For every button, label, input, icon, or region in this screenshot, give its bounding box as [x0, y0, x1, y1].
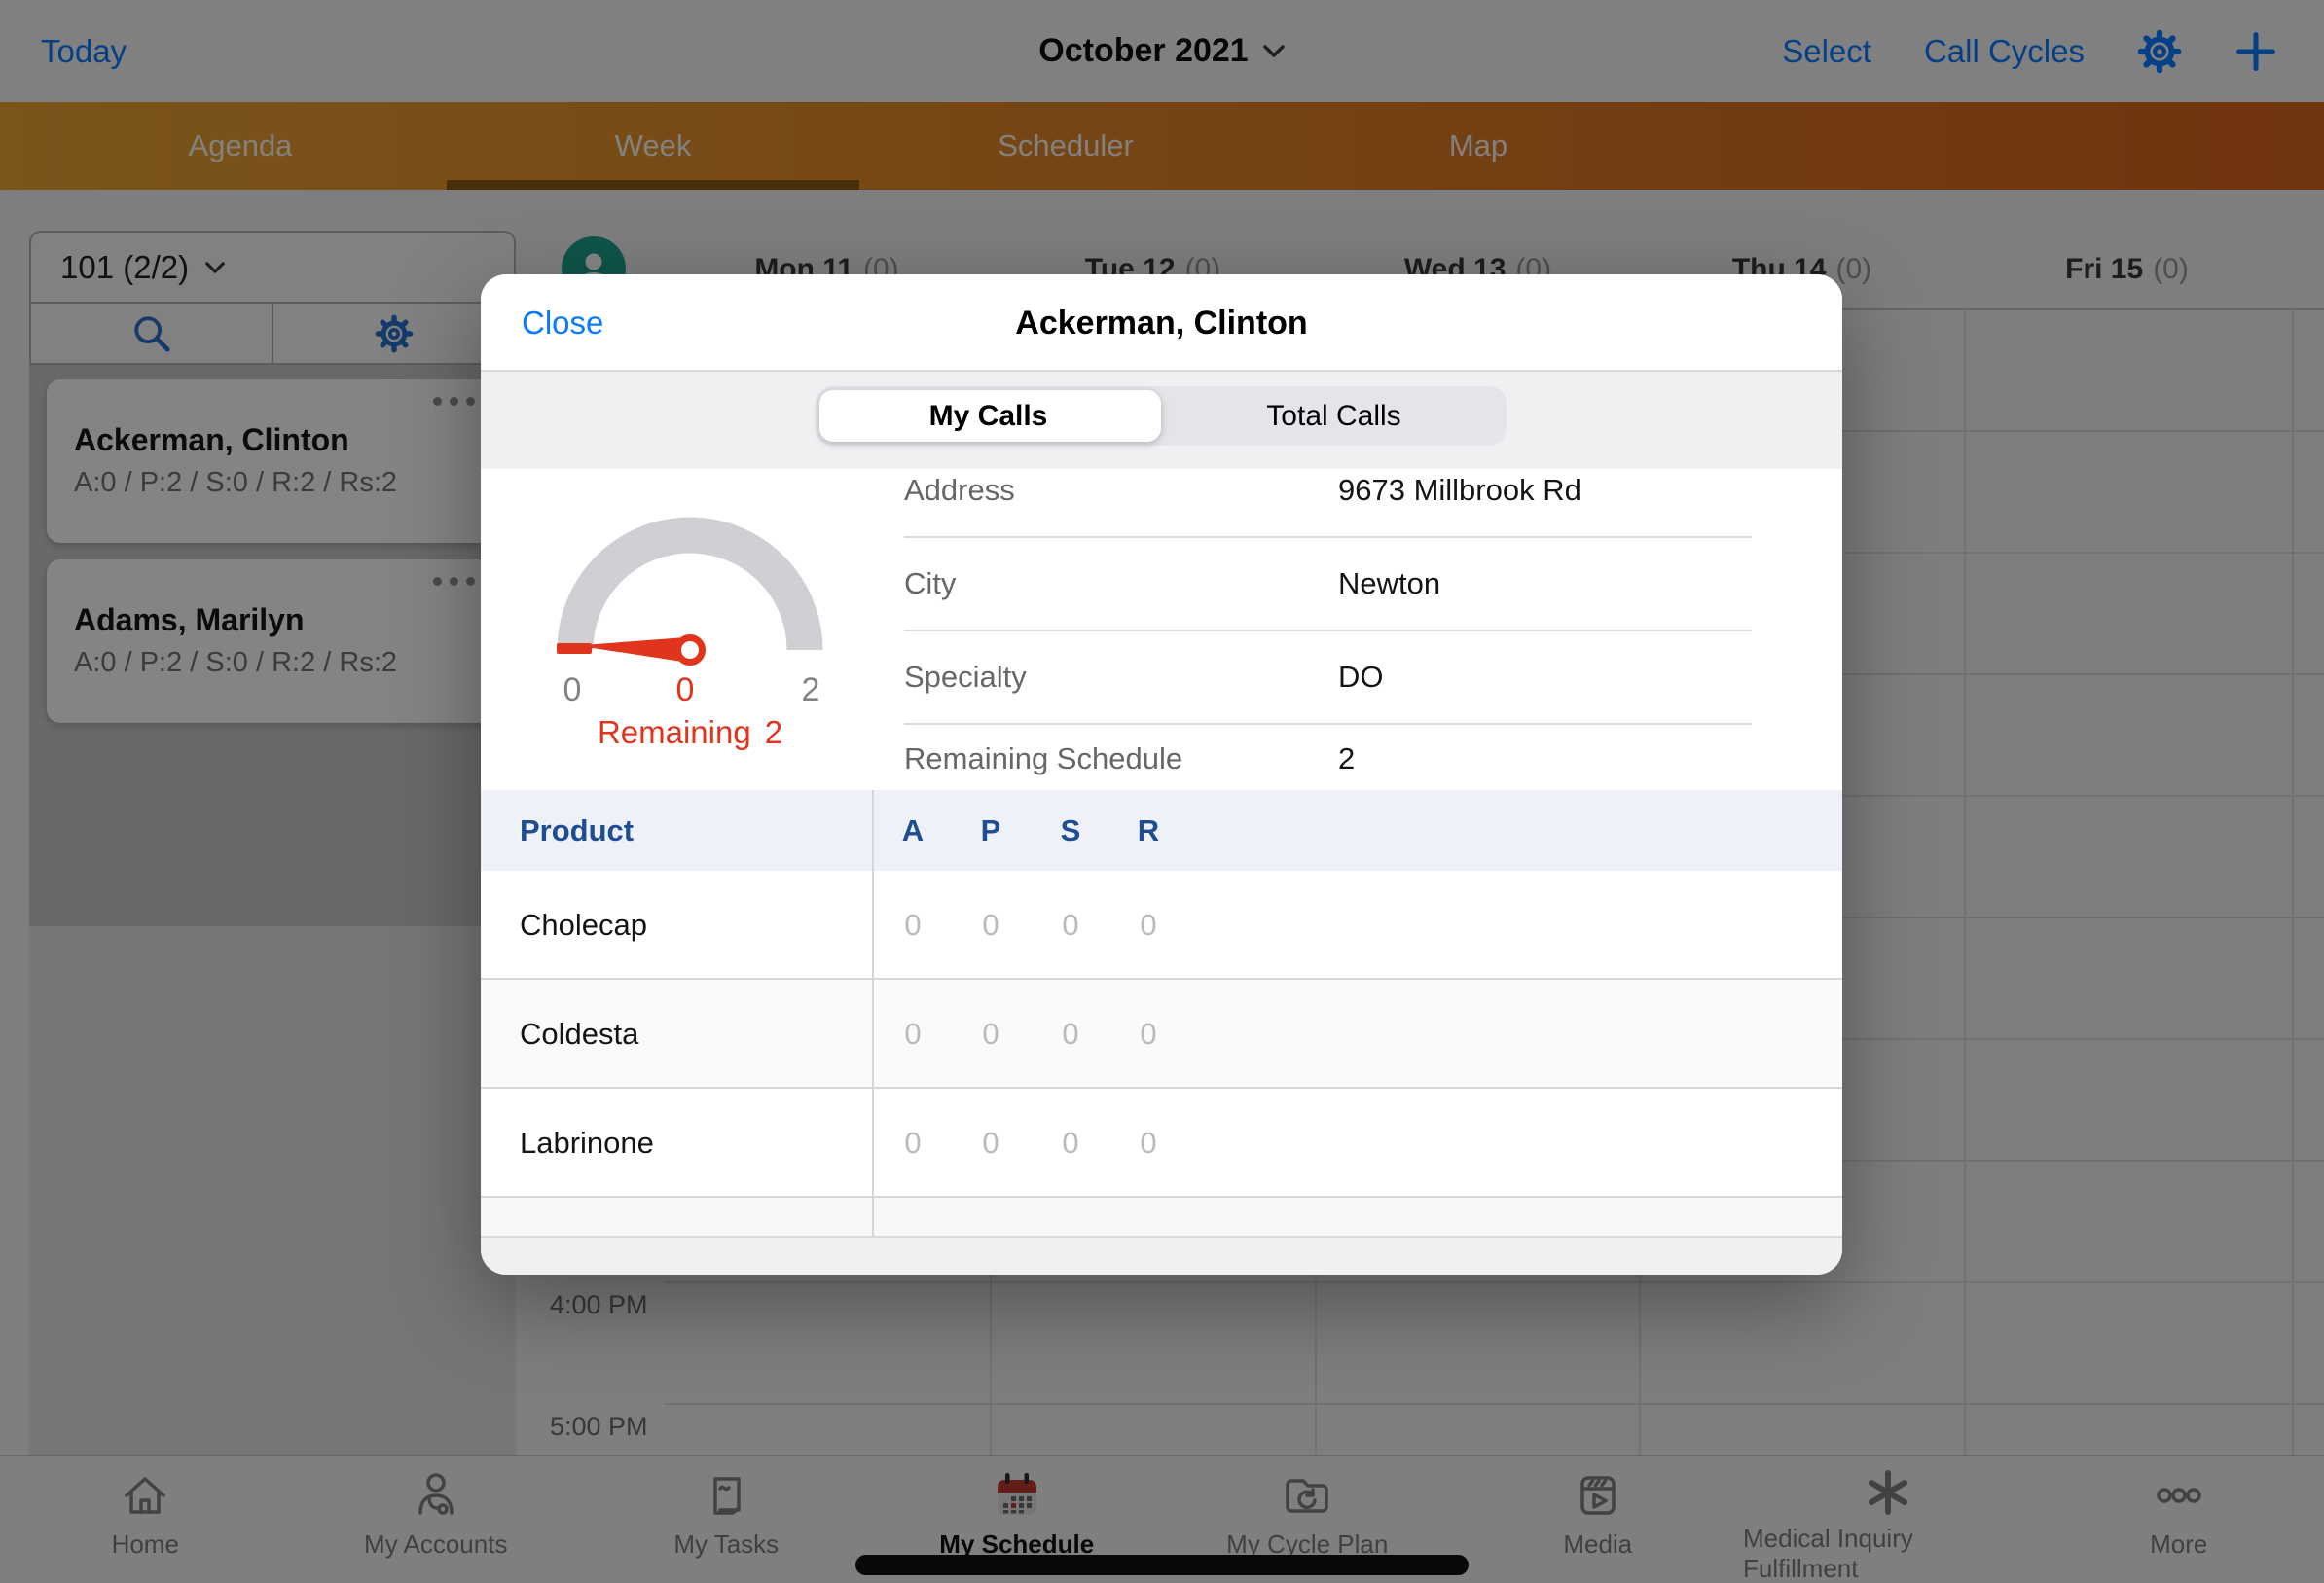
table-column-divider — [872, 790, 874, 1236]
modal-header: Close Ackerman, Clinton — [481, 274, 1842, 372]
calls-segmented-control: My Calls Total Calls — [816, 386, 1507, 446]
detail-row: Specialty DO — [904, 631, 1752, 725]
segment-my-calls[interactable]: My Calls — [816, 386, 1161, 446]
product-row[interactable]: Cholecap 0 0 0 0 — [481, 871, 1842, 980]
gauge-max: 2 — [791, 671, 830, 709]
detail-row: Address 9673 Millbrook Rd — [904, 445, 1752, 538]
modal-title: Ackerman, Clinton — [481, 274, 1842, 372]
modal-footer — [481, 1236, 1842, 1275]
remaining-calls-gauge — [539, 508, 841, 673]
product-column-header: Product — [520, 790, 634, 871]
account-detail-modal: Close Ackerman, Clinton My Calls Total C… — [481, 274, 1842, 1275]
product-row[interactable]: Coldesta 0 0 0 0 — [481, 980, 1842, 1089]
product-row[interactable]: Labrinone 0 0 0 0 — [481, 1089, 1842, 1198]
gauge-remaining: Remaining 2 — [544, 714, 836, 751]
account-details: Address 9673 Millbrook Rd City Newton Sp… — [904, 445, 1752, 792]
product-table-header: Product A P S R — [481, 790, 1842, 871]
detail-row: City Newton — [904, 538, 1752, 631]
segment-total-calls[interactable]: Total Calls — [1161, 386, 1507, 446]
gauge-min: 0 — [553, 671, 592, 709]
detail-row: Remaining Schedule 2 — [904, 725, 1752, 792]
app-screen: Today October 2021 Select Call Cycles — [0, 0, 2324, 1583]
product-row-partial — [481, 1198, 1842, 1236]
gauge-value: 0 — [666, 671, 705, 709]
